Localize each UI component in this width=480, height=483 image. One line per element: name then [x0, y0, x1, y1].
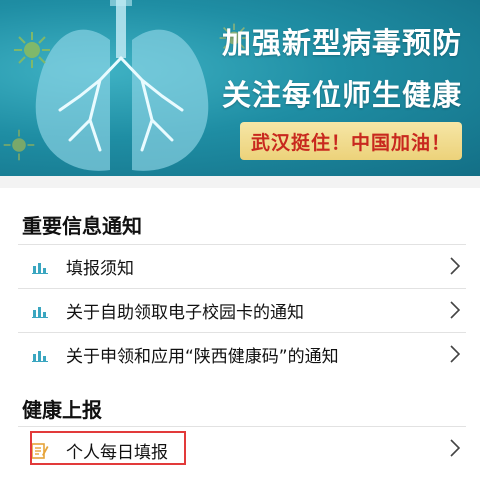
health-section-title: 健康上报 [22, 398, 102, 422]
virus-icon [3, 129, 35, 161]
notice-item[interactable]: 关于申领和应用“陕西健康码”的通知 [18, 332, 466, 376]
chevron-right-icon [450, 257, 461, 279]
notice-item[interactable]: 关于自助领取电子校园卡的通知 [18, 288, 466, 332]
bar-chart-icon [18, 260, 54, 274]
banner: 加强新型病毒预防 关注每位师生健康 武汉挺住！中国加油！ [0, 0, 480, 176]
banner-headline-2: 关注每位师生健康 [221, 78, 462, 112]
section-gap [0, 176, 480, 188]
notice-item-label: 关于自助领取电子校园卡的通知 [66, 303, 304, 323]
chevron-right-icon [450, 345, 461, 367]
notice-item-label: 填报须知 [66, 259, 134, 279]
highlight-box [30, 431, 186, 465]
bar-chart-icon [18, 304, 54, 318]
banner-headline-1: 加强新型病毒预防 [221, 26, 462, 60]
notices-section-title: 重要信息通知 [22, 214, 142, 238]
chevron-right-icon [450, 301, 461, 323]
notice-item[interactable]: 填报须知 [18, 244, 466, 288]
chevron-right-icon [450, 439, 461, 461]
bar-chart-icon [18, 348, 54, 362]
virus-icon [14, 32, 50, 68]
banner-slogan: 武汉挺住！中国加油！ [240, 122, 462, 160]
notice-item-label: 关于申领和应用“陕西健康码”的通知 [66, 347, 339, 367]
